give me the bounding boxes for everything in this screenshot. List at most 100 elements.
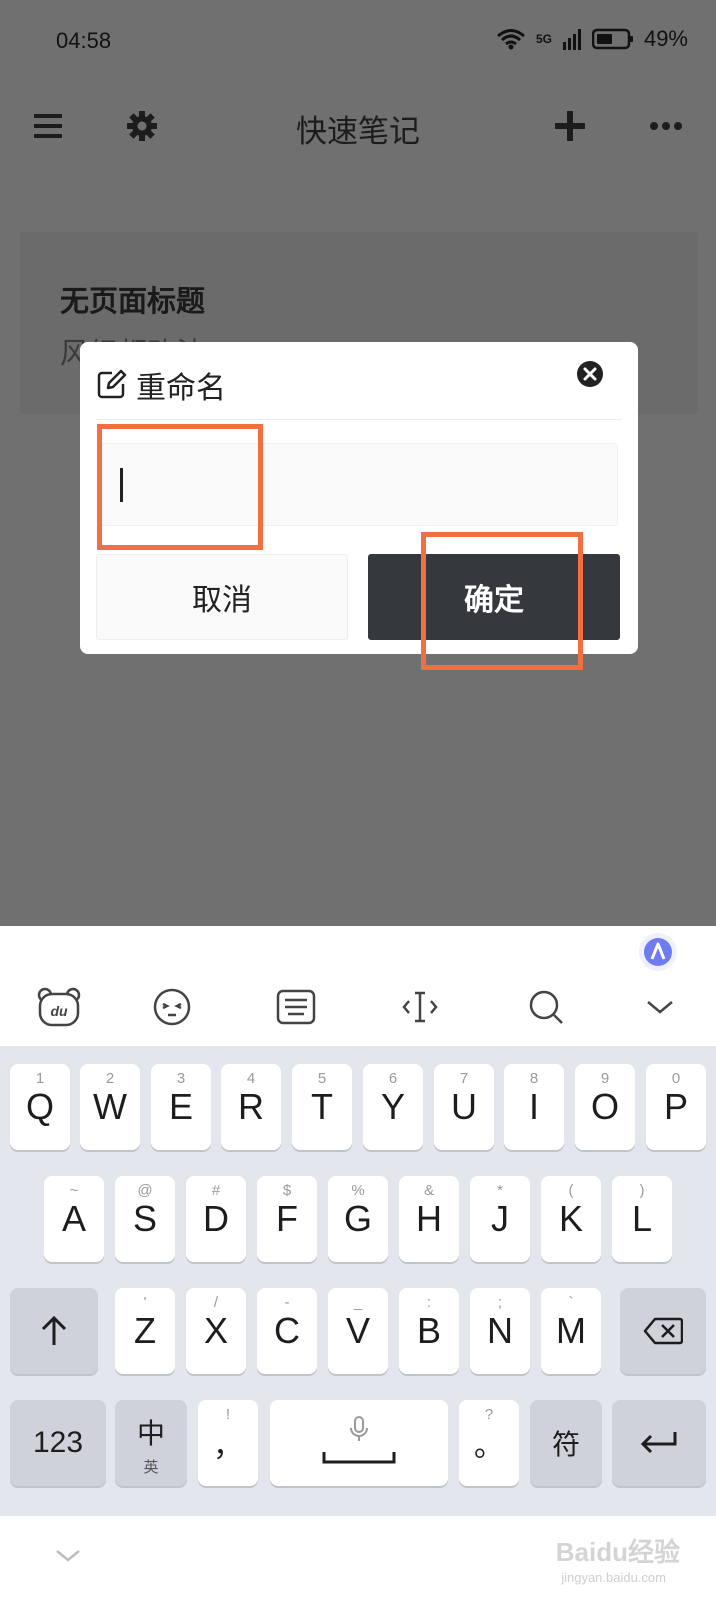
key-f[interactable]: $ F: [257, 1176, 317, 1262]
collapse-keyboard-icon[interactable]: [636, 983, 684, 1031]
key-sub-label: %: [351, 1182, 365, 1199]
key-sub-label: 9: [600, 1070, 610, 1087]
key-a[interactable]: ~ A: [44, 1176, 104, 1262]
close-icon[interactable]: [576, 360, 604, 388]
key-z[interactable]: ' Z: [115, 1288, 175, 1374]
key-label: G: [343, 1198, 372, 1239]
more-icon[interactable]: [646, 106, 686, 146]
key-g[interactable]: % G: [328, 1176, 388, 1262]
emoji-icon[interactable]: [148, 983, 196, 1031]
key-u[interactable]: 7U: [434, 1064, 494, 1150]
network-type: 5G: [535, 32, 552, 46]
key-v[interactable]: _ V: [328, 1288, 388, 1374]
key-sub-label: `: [568, 1294, 574, 1311]
period-key[interactable]: ?。: [459, 1400, 519, 1486]
key-label: B: [416, 1310, 441, 1351]
key-n[interactable]: ; N: [470, 1288, 530, 1374]
key-e[interactable]: 3E: [151, 1064, 211, 1150]
signal-icon: [562, 29, 581, 50]
key-w[interactable]: 2W: [80, 1064, 140, 1150]
status-indicators: 5G 49%: [496, 26, 688, 52]
backspace-icon: [643, 1317, 683, 1345]
comma-key[interactable]: !，: [198, 1400, 258, 1486]
key-sub-label: 3: [176, 1070, 186, 1087]
key-l[interactable]: ) L: [612, 1176, 672, 1262]
wifi-icon: [496, 29, 525, 50]
key-c[interactable]: -C: [257, 1288, 317, 1374]
enter-icon: [640, 1432, 677, 1454]
input-highlight-box: [97, 424, 263, 550]
key-j[interactable]: * J: [470, 1176, 530, 1262]
key-sub-label: 4: [246, 1070, 256, 1087]
key-label: ，: [213, 1429, 243, 1464]
key-y[interactable]: 6Y: [363, 1064, 423, 1150]
space-key[interactable]: [270, 1400, 448, 1486]
shift-key[interactable]: [10, 1288, 98, 1374]
assistant-icon[interactable]: [638, 932, 678, 972]
key-o[interactable]: 9O: [575, 1064, 635, 1150]
key-label: N: [487, 1310, 513, 1351]
key-k[interactable]: (K: [541, 1176, 601, 1262]
add-icon[interactable]: [550, 106, 590, 146]
key-label: Q: [25, 1086, 54, 1127]
key-label: 中: [136, 1417, 165, 1450]
shift-arrow-icon: [41, 1315, 67, 1345]
key-p[interactable]: 0P: [646, 1064, 706, 1150]
key-sub-label: ': [143, 1294, 147, 1311]
key-sub-label: @: [137, 1182, 153, 1199]
key-label: R: [238, 1086, 264, 1127]
status-time: 04:58: [56, 28, 112, 53]
symbols-key[interactable]: 符: [530, 1400, 602, 1486]
dialog-title: 重命名: [136, 371, 226, 406]
key-sub-label: 6: [388, 1070, 398, 1087]
battery-level: 49%: [643, 26, 688, 51]
key-sub-label: 5: [317, 1070, 327, 1087]
key-label: M: [556, 1310, 586, 1351]
key-sub-label: ): [639, 1182, 645, 1199]
microphone-icon: [350, 1416, 368, 1441]
key-sub-label: #: [211, 1182, 221, 1199]
key-label: U: [451, 1086, 477, 1127]
key-m[interactable]: ` M: [541, 1288, 601, 1374]
key-label: X: [203, 1310, 228, 1351]
key-sub-label: (: [568, 1182, 574, 1199]
key-label: H: [416, 1198, 442, 1239]
dialog-divider: [96, 419, 622, 420]
key-label: K: [558, 1198, 583, 1239]
key-sub-label: *: [497, 1182, 503, 1199]
key-label: W: [93, 1086, 127, 1127]
key-label: S: [132, 1198, 157, 1239]
cursor-move-icon[interactable]: [396, 983, 444, 1031]
key-d[interactable]: # D: [186, 1176, 246, 1262]
key-q[interactable]: 1Q: [10, 1064, 70, 1150]
key-x[interactable]: / X: [186, 1288, 246, 1374]
cancel-button[interactable]: 取消: [96, 554, 348, 640]
numbers-key[interactable]: 123: [10, 1400, 106, 1486]
key-label: V: [345, 1310, 370, 1351]
enter-key[interactable]: [612, 1400, 706, 1486]
key-t[interactable]: 5T: [292, 1064, 352, 1150]
search-icon[interactable]: [522, 983, 570, 1031]
hide-keyboard-icon[interactable]: [54, 1548, 82, 1568]
language-switch-key[interactable]: 中 英: [115, 1400, 187, 1486]
key-sub-label: !: [225, 1406, 231, 1423]
key-sub-label: /: [213, 1294, 219, 1311]
key-label: I: [528, 1086, 539, 1127]
key-sub-label: 7: [459, 1070, 469, 1087]
key-sub-label: -: [284, 1294, 290, 1311]
key-label: E: [168, 1086, 193, 1127]
key-sub-label: 2: [105, 1070, 115, 1087]
key-i[interactable]: 8I: [504, 1064, 564, 1150]
key-sub-label: &: [423, 1182, 434, 1199]
key-h[interactable]: & H: [399, 1176, 459, 1262]
key-r[interactable]: 4R: [221, 1064, 281, 1150]
key-b[interactable]: :B: [399, 1288, 459, 1374]
page-title: 快速笔记: [296, 114, 420, 150]
key-label: Z: [134, 1310, 156, 1351]
svg-text:du: du: [50, 1003, 68, 1019]
battery-icon: [591, 28, 633, 50]
keyboard-layout-icon[interactable]: [272, 983, 320, 1031]
du-bear-icon[interactable]: du: [35, 983, 83, 1031]
backspace-key[interactable]: [620, 1288, 706, 1374]
key-s[interactable]: @ S: [115, 1176, 175, 1262]
